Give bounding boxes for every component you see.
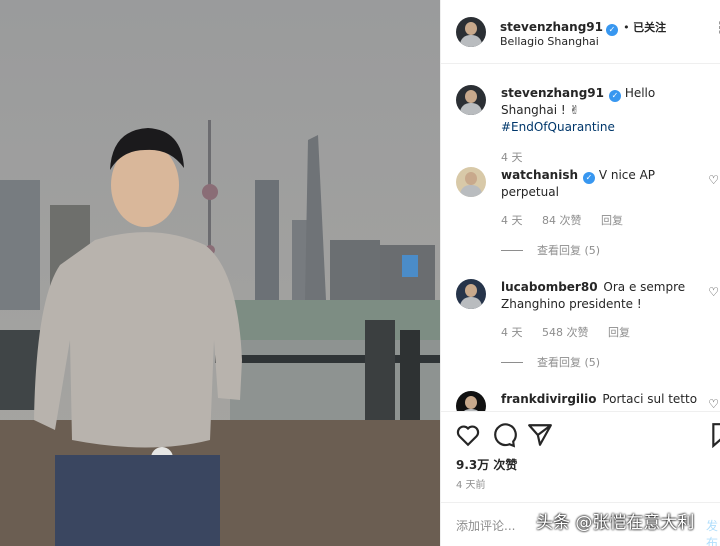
comment-text: lucabomber80 Ora e sempre Zhanghino pres… bbox=[501, 279, 701, 313]
comment-item: lucabomber80 Ora e sempre Zhanghino pres… bbox=[441, 277, 720, 377]
comment-item: frankdivirgilio Portaci sul tetto ♡ bbox=[441, 389, 720, 411]
comments-list[interactable]: stevenzhang91 ✓ Hello Shanghai ! ✌ #EndOf… bbox=[441, 65, 720, 411]
caption-username[interactable]: stevenzhang91 bbox=[501, 86, 604, 100]
post-detail-panel: stevenzhang91✓ • 已关注 Bellagio Shanghai ⋮… bbox=[440, 0, 720, 546]
add-comment-input[interactable]: 添加评论... bbox=[456, 517, 515, 534]
author-avatar[interactable] bbox=[456, 17, 486, 47]
commenter-avatar[interactable] bbox=[456, 167, 486, 197]
comment-like-heart-icon[interactable]: ♡ bbox=[708, 173, 719, 187]
skyline-photo-image bbox=[0, 0, 440, 546]
caption-timestamp: 4 天 bbox=[501, 151, 523, 164]
comment-meta: 4 天 84 次赞 回复 bbox=[501, 212, 639, 228]
follow-status-button[interactable]: 已关注 bbox=[633, 21, 666, 34]
comment-meta: 4 天 548 次赞 回复 bbox=[501, 324, 646, 340]
commenter-username[interactable]: lucabomber80 bbox=[501, 280, 598, 294]
post-header: stevenzhang91✓ • 已关注 Bellagio Shanghai ⋮ bbox=[441, 0, 720, 64]
caption: stevenzhang91 ✓ Hello Shanghai ! ✌ #EndOf… bbox=[441, 83, 720, 164]
post-comment-button[interactable]: 发布 bbox=[706, 517, 720, 546]
commenter-avatar[interactable] bbox=[456, 391, 486, 411]
view-replies-label: 查看回复 (5) bbox=[537, 356, 601, 369]
hashtag-link[interactable]: #EndOfQuarantine bbox=[501, 120, 615, 134]
view-replies-label: 查看回复 (5) bbox=[537, 244, 601, 257]
watermark: 头条 @张恺在意大利 bbox=[536, 513, 695, 533]
comment-time: 4 天 bbox=[501, 214, 523, 227]
comment-likes[interactable]: 84 次赞 bbox=[542, 214, 582, 227]
verified-badge-icon: ✓ bbox=[608, 90, 621, 102]
commenter-username[interactable]: watchanish bbox=[501, 168, 578, 182]
verified-badge-icon: ✓ bbox=[605, 24, 618, 36]
caption-time: 4 天 bbox=[501, 149, 539, 165]
view-replies-button[interactable]: 查看回复 (5) bbox=[501, 242, 600, 258]
verified-badge-icon: ✓ bbox=[583, 172, 596, 184]
save-bookmark-icon[interactable] bbox=[709, 422, 720, 448]
like-count[interactable]: 9.3万 次赞 bbox=[456, 456, 517, 473]
author-line: stevenzhang91 ✓ • 已关注 bbox=[500, 16, 666, 36]
comment-text: frankdivirgilio Portaci sul tetto bbox=[501, 391, 701, 408]
comment-likes[interactable]: 548 次赞 bbox=[542, 326, 589, 339]
share-send-icon[interactable] bbox=[527, 422, 553, 448]
like-heart-icon[interactable] bbox=[455, 422, 481, 448]
comment-time: 4 天 bbox=[501, 326, 523, 339]
post-time: 4 天前 bbox=[456, 480, 486, 491]
replies-dash bbox=[501, 250, 523, 251]
more-icon[interactable]: ⋮ bbox=[713, 18, 720, 37]
post-location[interactable]: Bellagio Shanghai bbox=[500, 35, 599, 48]
comment-body: Portaci sul tetto bbox=[602, 392, 698, 406]
caption-text: stevenzhang91 ✓ Hello Shanghai ! ✌ #EndOf… bbox=[501, 85, 701, 136]
comment-text: watchanish ✓ V nice AP perpetual bbox=[501, 167, 701, 201]
comment-like-heart-icon[interactable]: ♡ bbox=[708, 285, 719, 299]
comment-like-heart-icon[interactable]: ♡ bbox=[708, 397, 719, 411]
commenter-username[interactable]: frankdivirgilio bbox=[501, 392, 597, 406]
post-photo[interactable] bbox=[0, 0, 440, 546]
replies-dash bbox=[501, 362, 523, 363]
view-replies-button[interactable]: 查看回复 (5) bbox=[501, 354, 600, 370]
comment-item: watchanish ✓ V nice AP perpetual ♡ 4 天 84… bbox=[441, 165, 720, 265]
dot-separator: • bbox=[623, 21, 634, 34]
commenter-avatar[interactable] bbox=[456, 279, 486, 309]
reply-button[interactable]: 回复 bbox=[601, 214, 623, 227]
reply-button[interactable]: 回复 bbox=[608, 326, 630, 339]
author-username[interactable]: stevenzhang91 bbox=[500, 20, 603, 34]
caption-avatar[interactable] bbox=[456, 85, 486, 115]
comment-icon[interactable] bbox=[491, 422, 517, 448]
